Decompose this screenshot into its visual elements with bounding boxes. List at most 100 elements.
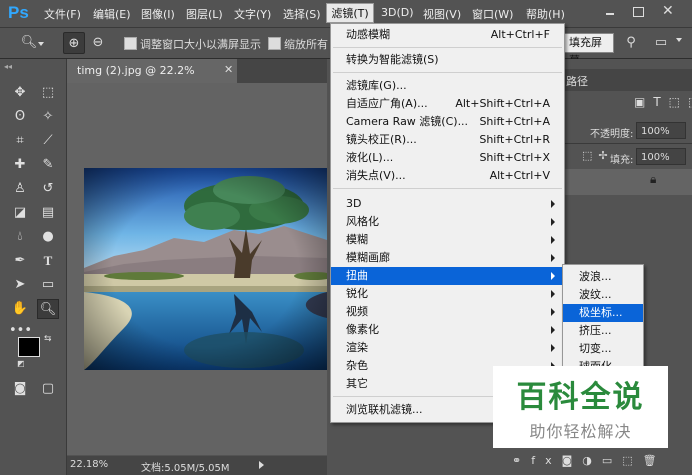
close-icon[interactable]: ✕ — [662, 3, 674, 19]
chevron-down-icon[interactable] — [38, 42, 44, 46]
menu-item-liquify[interactable]: 液化(L)... Shift+Ctrl+X — [331, 149, 564, 167]
menu-item-pixelate[interactable]: 像素化 — [331, 321, 564, 339]
eyedropper-tool-icon[interactable]: ⟋ — [37, 131, 59, 151]
screen-mode-icon[interactable]: ▢ — [37, 379, 59, 399]
collapse-icon[interactable]: ◂◂ — [4, 62, 12, 71]
zoom-in-icon[interactable]: ⊕ — [63, 32, 85, 54]
fill-screen-button[interactable]: 填充屏幕 — [564, 33, 614, 67]
menu-item-camera-raw[interactable]: Camera Raw 滤镜(C)... Shift+Ctrl+A — [331, 113, 564, 131]
submenu-item-shear[interactable]: 切变... — [563, 340, 643, 358]
submenu-arrow-icon — [551, 236, 555, 244]
watermark: 百科全说 助你轻松解决 — [493, 366, 668, 448]
eraser-tool-icon[interactable]: ◪ — [9, 203, 31, 223]
layer-filter-icons[interactable]: ▣T⬚⬚ — [634, 95, 692, 109]
zoom-all-checkbox[interactable] — [268, 37, 281, 50]
menu-item-distort[interactable]: 扭曲 — [331, 267, 564, 285]
filter-menu: 动感模糊 Alt+Ctrl+F 转换为智能滤镜(S) 滤镜库(G)... 自适应广… — [330, 23, 565, 423]
menu-item-adaptive-wide-angle[interactable]: 自适应广角(A)... Alt+Shift+Ctrl+A — [331, 95, 564, 113]
path-selection-tool-icon[interactable]: ➤ — [9, 275, 31, 295]
magic-wand-tool-icon[interactable]: ✧ — [37, 107, 59, 127]
menu-item-stylize[interactable]: 风格化 — [331, 213, 564, 231]
chevron-down-icon[interactable] — [676, 38, 682, 42]
menu-select[interactable]: 选择(S) — [283, 6, 321, 22]
search-icon[interactable]: ⚲ — [620, 32, 642, 54]
opacity-label: 不透明度: — [590, 129, 634, 140]
minimize-icon[interactable] — [606, 13, 614, 15]
dodge-tool-icon[interactable]: ● — [37, 227, 59, 247]
menu-item-motion-blur[interactable]: 动感模糊 Alt+Ctrl+F — [331, 26, 564, 44]
lasso-tool-icon[interactable]: ʘ — [9, 107, 31, 127]
document-image — [84, 168, 327, 370]
move-tool-icon[interactable]: ✥ — [9, 83, 31, 103]
watermark-title: 百科全说 — [516, 380, 645, 415]
menu-file[interactable]: 文件(F) — [44, 6, 81, 22]
document-tab[interactable]: timg (2).jpg @ 22.2%(RGB/8#) — [67, 59, 237, 101]
clone-stamp-tool-icon[interactable]: ♙ — [9, 179, 31, 199]
hand-tool-icon[interactable]: ✋ — [9, 299, 31, 319]
menu-layer[interactable]: 图层(L) — [186, 6, 223, 22]
maximize-icon[interactable] — [633, 7, 644, 17]
submenu-item-pinch[interactable]: 挤压... — [563, 322, 643, 340]
menu-item-blur[interactable]: 模糊 — [331, 231, 564, 249]
blur-tool-icon[interactable]: 💧︎ — [9, 227, 31, 247]
menu-item-filter-gallery[interactable]: 滤镜库(G)... — [331, 77, 564, 95]
marquee-tool-icon[interactable]: ⬚ — [37, 83, 59, 103]
swap-colors-icon[interactable]: ⇆ — [44, 334, 52, 344]
zoom-level[interactable]: 22.18% — [70, 459, 108, 470]
menu-item-3d[interactable]: 3D — [331, 195, 564, 213]
workspace-icon[interactable]: ▭ — [650, 32, 672, 54]
opacity-input[interactable]: 100% — [636, 122, 686, 139]
menu-type[interactable]: 文字(Y) — [234, 6, 271, 22]
lock-icon: 🔒︎ — [650, 172, 657, 186]
zoom-tool-preset-icon[interactable]: 🔍︎ — [18, 32, 40, 54]
pen-tool-icon[interactable]: ✒ — [9, 251, 31, 271]
gradient-tool-icon[interactable]: ▤ — [37, 203, 59, 223]
brush-tool-icon[interactable]: ✎ — [37, 155, 59, 175]
default-colors-icon[interactable]: ◩ — [17, 359, 25, 368]
distort-submenu: 波浪... 波纹... 极坐标... 挤压... 切变... 球面化... — [562, 264, 644, 374]
menu-edit[interactable]: 编辑(E) — [93, 6, 131, 22]
tab-paths[interactable]: 路径 — [566, 73, 588, 89]
history-brush-tool-icon[interactable]: ↺ — [37, 179, 59, 199]
submenu-item-wave[interactable]: 波浪... — [563, 268, 643, 286]
close-tab-icon[interactable]: ✕ — [224, 63, 233, 76]
status-bar: 22.18% 文档:5.05M/5.05M — [67, 456, 327, 475]
fill-label: 填充: — [610, 155, 634, 166]
submenu-arrow-icon — [551, 344, 555, 352]
ps-logo: Ps — [8, 3, 29, 22]
menu-item-convert-smart-filters[interactable]: 转换为智能滤镜(S) — [331, 51, 564, 69]
zoom-tool-icon[interactable]: 🔍︎ — [37, 299, 59, 319]
menu-view[interactable]: 视图(V) — [423, 6, 461, 22]
submenu-item-ripple[interactable]: 波纹... — [563, 286, 643, 304]
menu-item-video[interactable]: 视频 — [331, 303, 564, 321]
healing-brush-tool-icon[interactable]: ✚ — [9, 155, 31, 175]
menu-item-blur-gallery[interactable]: 模糊画廊 — [331, 249, 564, 267]
divider — [564, 143, 692, 144]
menu-item-render[interactable]: 渲染 — [331, 339, 564, 357]
status-menu-arrow-icon[interactable] — [259, 461, 264, 469]
resize-windows-checkbox[interactable] — [124, 37, 137, 50]
submenu-arrow-icon — [551, 200, 555, 208]
menu-help[interactable]: 帮助(H) — [526, 6, 565, 22]
quick-mask-icon[interactable]: ◙ — [9, 379, 31, 399]
crop-tool-icon[interactable]: ⌗ — [9, 131, 31, 151]
resize-windows-label: 调整窗口大小以满屏显示 — [140, 38, 261, 51]
menu-item-vanishing-point[interactable]: 消失点(V)... Alt+Ctrl+V — [331, 167, 564, 185]
menu-item-lens-correction[interactable]: 镜头校正(R)... Shift+Ctrl+R — [331, 131, 564, 149]
fill-input[interactable]: 100% — [636, 148, 686, 165]
rectangle-tool-icon[interactable]: ▭ — [37, 275, 59, 295]
zoom-out-icon[interactable]: ⊖ — [87, 32, 109, 54]
menu-window[interactable]: 窗口(W) — [472, 6, 513, 22]
menu-image[interactable]: 图像(I) — [141, 6, 175, 22]
submenu-arrow-icon — [551, 326, 555, 334]
lock-icons[interactable]: ⬚✢ — [582, 149, 614, 162]
menu-filter[interactable]: 滤镜(T) — [326, 3, 374, 23]
layer-row[interactable] — [564, 169, 692, 195]
type-tool-icon[interactable]: T — [37, 251, 59, 271]
menu-3d[interactable]: 3D(D) — [381, 6, 414, 19]
foreground-color-swatch[interactable] — [18, 337, 40, 357]
layer-actions-icons[interactable]: ⚭fx◙◑▭⬚🗑︎ — [512, 454, 667, 467]
menu-item-sharpen[interactable]: 锐化 — [331, 285, 564, 303]
submenu-item-polar-coordinates[interactable]: 极坐标... — [563, 304, 643, 322]
submenu-arrow-icon — [551, 308, 555, 316]
